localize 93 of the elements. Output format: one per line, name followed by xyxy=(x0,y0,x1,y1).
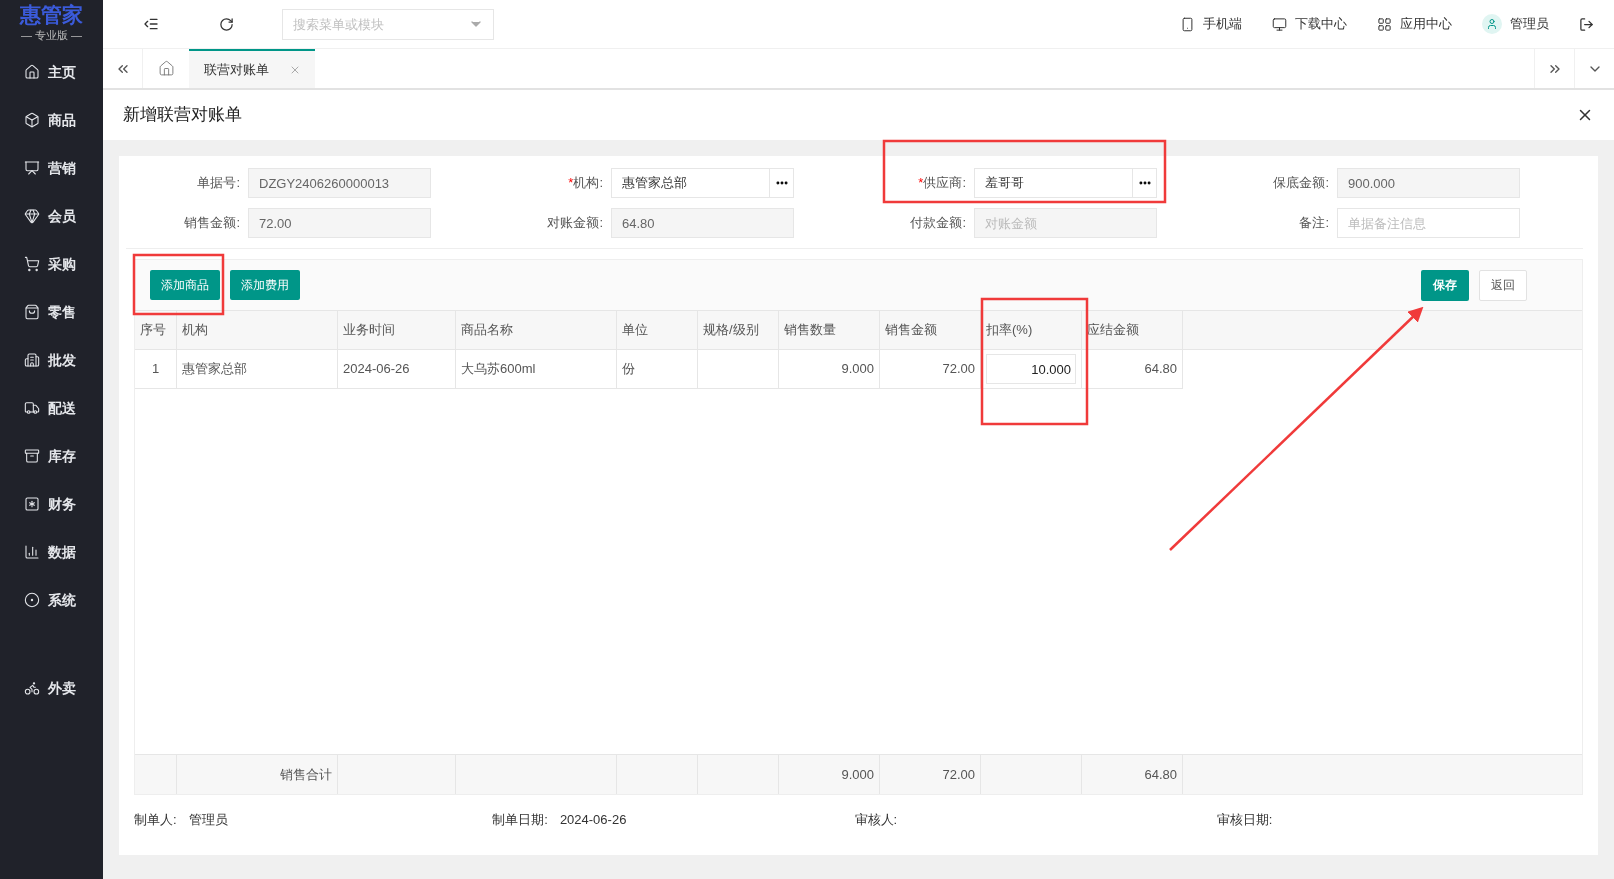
header-link[interactable]: 手机端 xyxy=(1180,14,1242,34)
sidebar-item[interactable]: 主页 xyxy=(0,48,103,96)
logo-edition: — 专业版 — xyxy=(20,28,83,44)
column-header: 业务时间 xyxy=(343,321,395,340)
sidebar-item[interactable]: 批发 xyxy=(0,336,103,384)
back-button[interactable]: 返回 xyxy=(1479,269,1527,301)
home-icon[interactable] xyxy=(157,60,175,77)
column-header: 机构 xyxy=(182,321,208,340)
footer-cell-text: 9.000 xyxy=(841,765,874,784)
table-cell-text: 惠管家总部 xyxy=(182,360,247,379)
logout-icon[interactable] xyxy=(1579,16,1594,32)
bar-chart-icon xyxy=(24,544,40,560)
sidebar-item[interactable]: 会员 xyxy=(0,192,103,240)
footer-cell-text: 销售合计 xyxy=(280,765,332,784)
field-label-text: 单据号: xyxy=(197,175,240,191)
column-header: 商品名称 xyxy=(461,321,513,340)
table-cell-text: 64.80 xyxy=(1144,360,1177,379)
table-cell-text: 72.00 xyxy=(942,360,975,379)
avatar-icon xyxy=(1482,14,1502,34)
header-link[interactable]: 下载中心 xyxy=(1272,14,1347,34)
field-label-text: 付款金额: xyxy=(910,215,966,231)
sidebar-item[interactable]: 外卖 xyxy=(0,664,103,712)
readonly-field[interactable]: 64.80 xyxy=(611,208,794,238)
signature-value: 管理员 xyxy=(188,811,228,830)
readonly-field[interactable]: 72.00 xyxy=(248,208,431,238)
sidebar-item[interactable]: 营销 xyxy=(0,144,103,192)
page-title: 新增联营对账单 xyxy=(123,104,242,127)
field-label-text: 供应商: xyxy=(923,175,966,191)
signature-label: 制单日期: xyxy=(492,811,548,830)
apps-icon xyxy=(1377,16,1392,32)
signature-value: 2024-06-26 xyxy=(559,811,627,830)
required-mark: * xyxy=(568,175,574,191)
field-label-text: 备注: xyxy=(1299,215,1329,231)
field-label-text: 对账金额: xyxy=(547,215,603,231)
bag-icon xyxy=(24,304,40,320)
cart-icon xyxy=(24,256,40,272)
column-header: 规格/级别 xyxy=(703,321,759,340)
sidebar-item[interactable]: 零售 xyxy=(0,288,103,336)
remark-field[interactable]: 单据备注信息 xyxy=(1337,208,1520,238)
truck-icon xyxy=(24,400,40,416)
footer-cell-text: 72.00 xyxy=(942,765,975,784)
required-mark: * xyxy=(918,175,924,191)
chart-icon xyxy=(24,160,40,176)
footer-cell-text: 64.80 xyxy=(1144,765,1177,784)
phone-icon xyxy=(1180,16,1195,32)
home-icon xyxy=(24,64,40,80)
signature-label: 审核人: xyxy=(854,811,898,830)
field-label-text: 销售金额: xyxy=(184,215,240,231)
column-header: 应结金额 xyxy=(1087,321,1139,340)
menu-icon[interactable] xyxy=(143,16,159,32)
sidebar-item[interactable]: 数据 xyxy=(0,528,103,576)
add-button[interactable]: 添加商品 xyxy=(150,270,220,300)
save-button[interactable]: 保存 xyxy=(1421,269,1469,301)
column-header: 单位 xyxy=(622,321,648,340)
circle-dot-icon xyxy=(24,592,40,608)
table-cell-text: 9.000 xyxy=(841,360,874,379)
building-icon xyxy=(24,352,40,368)
table-cell-text: 大乌苏600ml xyxy=(461,360,536,379)
sidebar-item[interactable]: 财务 xyxy=(0,480,103,528)
sidebar-item[interactable]: 采购 xyxy=(0,240,103,288)
refresh-icon[interactable] xyxy=(219,16,234,32)
picker-field[interactable]: 羞哥哥 xyxy=(974,168,1157,198)
logo-text: 惠管家 xyxy=(20,4,83,26)
column-header: 扣率(%) xyxy=(986,321,1033,340)
readonly-field[interactable]: 900.000 xyxy=(1337,168,1520,198)
signature-label: 制单人: xyxy=(134,811,177,830)
discount-input[interactable]: 10.000 xyxy=(986,354,1076,384)
column-header: 序号 xyxy=(140,321,166,340)
table-cell-text: 2024-06-26 xyxy=(343,360,410,379)
field-label-text: 机构: xyxy=(573,175,603,191)
header-link[interactable]: 应用中心 xyxy=(1377,14,1452,34)
sidebar-item[interactable]: 库存 xyxy=(0,432,103,480)
table-cell-text: 份 xyxy=(622,360,635,379)
sidebar-item[interactable]: 配送 xyxy=(0,384,103,432)
sidebar-item[interactable]: 系统 xyxy=(0,576,103,624)
column-header: 销售金额 xyxy=(885,321,937,340)
header-link[interactable]: 管理员 xyxy=(1482,14,1549,34)
diamond-icon xyxy=(24,208,40,224)
search-field[interactable]: 搜索菜单或模块 xyxy=(282,8,494,40)
add-button[interactable]: 添加费用 xyxy=(230,270,300,300)
picker-field[interactable]: 惠管家总部 xyxy=(611,168,794,198)
archive-icon xyxy=(24,448,40,464)
field-label-text: 保底金额: xyxy=(1273,175,1329,191)
bike-icon xyxy=(24,680,40,696)
monitor-icon xyxy=(1272,16,1287,32)
box-icon xyxy=(24,112,40,128)
signature-label: 审核日期: xyxy=(1216,811,1273,830)
page-tab[interactable]: 联营对账单 xyxy=(189,49,315,88)
readonly-field[interactable]: DZGY2406260000013 xyxy=(248,168,431,198)
column-header: 销售数量 xyxy=(784,321,836,340)
square-asterisk-icon xyxy=(24,496,40,512)
table-cell-text: 1 xyxy=(151,360,160,379)
sidebar-item[interactable]: 商品 xyxy=(0,96,103,144)
